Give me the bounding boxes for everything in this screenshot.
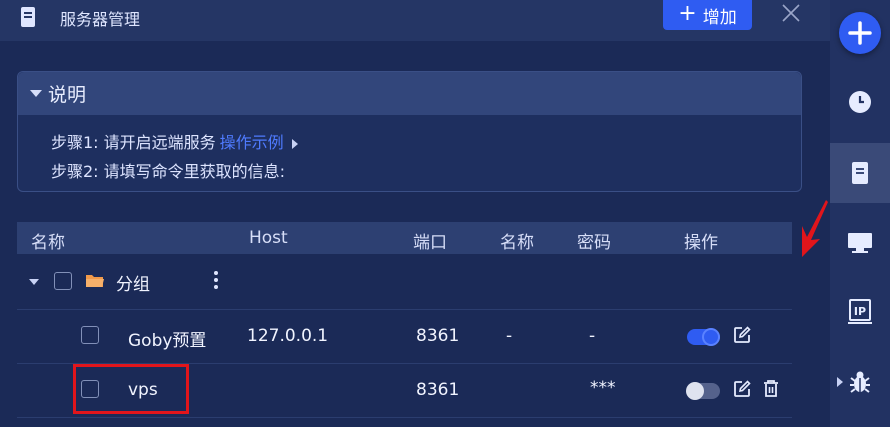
bug-icon — [850, 371, 870, 393]
instructions-toggle[interactable]: 说明 — [18, 72, 801, 115]
red-arrow-annotation — [802, 200, 828, 257]
enable-toggle[interactable] — [687, 328, 720, 346]
highlight-box — [73, 364, 189, 414]
server-management-panel: 服务器管理 + 增加 说明 步骤1: 请开启远端服务 操作示例 步骤2: 请填写命… — [0, 0, 830, 427]
more-icon[interactable] — [213, 270, 219, 290]
instructions-title: 说明 — [48, 84, 87, 106]
history-icon — [849, 91, 871, 113]
row-port: 8361 — [416, 326, 460, 346]
plus-icon: + — [678, 1, 697, 26]
ip-icon: IP — [848, 299, 872, 324]
caret-down-icon — [30, 90, 42, 97]
col-password: 密码 — [577, 233, 611, 253]
col-actions: 操作 — [684, 233, 718, 253]
row-name: Goby预置 — [128, 331, 207, 351]
example-link[interactable]: 操作示例 — [220, 133, 284, 152]
edit-icon[interactable] — [733, 326, 751, 344]
trash-icon[interactable] — [763, 379, 779, 398]
row-password: - — [589, 326, 596, 346]
group-checkbox[interactable] — [54, 272, 72, 290]
step-2: 步骤2: 请填写命令里获取的信息: — [51, 162, 286, 181]
add-icon — [848, 21, 872, 45]
row-checkbox[interactable] — [81, 326, 99, 344]
row-username: - — [506, 326, 513, 346]
caret-right-icon — [291, 138, 298, 149]
col-port: 端口 — [413, 233, 447, 253]
sidebar-item-ip[interactable]: IP — [830, 282, 890, 342]
add-button-label: 增加 — [702, 7, 737, 28]
row-host: 127.0.0.1 — [247, 326, 329, 346]
group-label: 分组 — [116, 275, 150, 295]
step-1: 步骤1: 请开启远端服务 操作示例 — [51, 129, 298, 153]
row-password: *** — [590, 378, 616, 398]
sidebar-item-history[interactable] — [830, 72, 890, 132]
monitor-icon — [848, 233, 872, 253]
add-server-button[interactable]: + 增加 — [663, 0, 752, 30]
svg-text:IP: IP — [854, 305, 866, 318]
step-1-text: 步骤1: 请开启远端服务 — [51, 133, 216, 152]
toggle-knob — [686, 382, 704, 400]
edit-icon[interactable] — [733, 380, 751, 398]
server-icon — [21, 7, 35, 27]
col-name: 名称 — [31, 233, 65, 253]
close-icon[interactable] — [780, 2, 802, 24]
caret-right-icon — [837, 377, 843, 387]
expand-caret-icon[interactable] — [29, 279, 39, 285]
sidebar-add-button[interactable] — [839, 12, 881, 54]
table-header: 名称 Host 端口 名称 密码 操作 — [17, 222, 792, 254]
panel-title: 服务器管理 — [60, 10, 141, 29]
instructions-box: 说明 步骤1: 请开启远端服务 操作示例 步骤2: 请填写命令里获取的信息: — [17, 71, 802, 192]
col-username: 名称 — [500, 233, 534, 253]
panel-header: 服务器管理 + 增加 — [0, 0, 830, 41]
folder-icon — [86, 275, 104, 287]
sidebar-item-monitor[interactable] — [830, 213, 890, 273]
table-row: Goby预置 127.0.0.1 8361 - - — [17, 309, 792, 364]
server-icon — [852, 162, 868, 184]
col-host: Host — [249, 228, 288, 248]
row-port: 8361 — [416, 380, 460, 400]
sidebar-item-bug[interactable] — [830, 352, 890, 412]
toggle-knob — [702, 328, 720, 346]
enable-toggle[interactable] — [686, 382, 720, 400]
group-row: 分组 — [17, 255, 792, 310]
sidebar-item-server[interactable] — [830, 143, 890, 203]
